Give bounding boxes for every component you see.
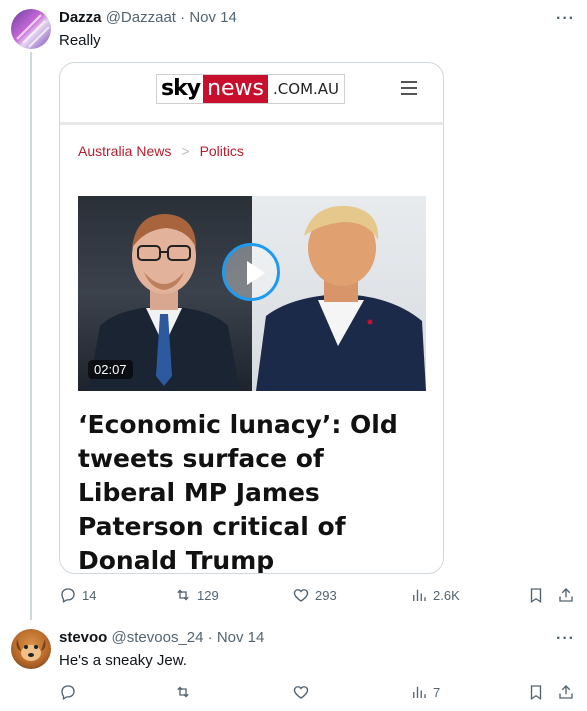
views-count: 2.6K [433,587,460,603]
logo-domain: .COM.AU [268,75,345,103]
views-button[interactable]: 2.6K [410,586,460,604]
reply-icon [61,588,75,603]
reply-button[interactable]: 14 [59,586,96,604]
like-count: 293 [315,587,337,603]
more-options-icon[interactable]: ··· [556,631,575,647]
reply-button[interactable] [59,683,82,701]
like-button[interactable]: 293 [292,586,337,604]
play-icon[interactable] [222,243,280,301]
bookmark-icon [530,685,542,701]
avatar-dog-icon [16,639,46,661]
tweet-text: He's a sneaky Jew. [59,652,187,669]
separator-dot: · [180,9,186,26]
video-thumbnail[interactable]: 02:07 [78,196,426,391]
repost-count: 129 [197,587,219,603]
person-right-illustration [256,205,426,391]
repost-button[interactable] [174,683,197,701]
avatar-pattern-icon [16,14,50,48]
tweet-1[interactable]: Dazza @Dazzaat · Nov 14 ··· Really sky n… [0,0,587,620]
separator-dot: · [207,629,213,646]
avatar[interactable] [11,629,51,669]
share-icon [559,685,573,699]
breadcrumb: Australia News > Politics [78,143,244,159]
display-name[interactable]: Dazza [59,9,102,26]
breadcrumb-item[interactable]: Politics [200,143,244,159]
site-header: sky news .COM.AU [60,63,443,125]
like-button[interactable] [292,683,315,701]
views-icon [413,589,426,601]
video-duration: 02:07 [88,360,133,379]
handle[interactable]: @stevoos_24 [112,629,204,646]
breadcrumb-item[interactable]: Australia News [78,143,171,159]
tweet-header: Dazza @Dazzaat · Nov 14 [59,9,237,27]
more-options-icon[interactable]: ··· [556,11,575,27]
share-button[interactable] [557,586,575,604]
card-headline[interactable]: ‘Economic lunacy’: Old tweets surface of… [78,408,418,573]
like-icon [293,589,309,602]
timestamp[interactable]: Nov 14 [217,629,265,646]
logo-news: news [203,75,269,103]
bookmark-button[interactable] [527,586,545,604]
repost-button[interactable]: 129 [174,586,219,604]
tweet-header: stevoo @stevoos_24 · Nov 14 [59,629,264,647]
sky-news-logo: sky news .COM.AU [156,74,346,104]
reply-count: 14 [82,587,97,603]
bookmark-button[interactable] [527,683,545,701]
repost-icon [177,589,189,601]
link-card[interactable]: sky news .COM.AU Australia News > Politics [59,62,444,574]
handle[interactable]: @Dazzaat [106,9,176,26]
tweet-actions: 7 [59,683,579,703]
reply-icon [61,685,75,700]
menu-icon[interactable] [401,81,417,95]
share-button[interactable] [557,683,575,701]
share-icon [559,588,573,602]
thumbnail-right-photo [252,196,426,391]
repost-icon [177,686,189,698]
views-count: 7 [433,684,441,700]
display-name[interactable]: stevoo [59,629,107,646]
tweet-actions: 14 129 293 2.6K [59,586,579,606]
views-button[interactable]: 7 [410,683,440,701]
like-icon [293,686,309,699]
logo-sky: sky [157,75,204,103]
tweet-text: Really [59,32,101,49]
timestamp[interactable]: Nov 14 [189,9,237,26]
tweet-2[interactable]: stevoo @stevoos_24 · Nov 14 ··· He's a s… [0,620,587,711]
avatar[interactable] [11,9,51,49]
chevron-right-icon: > [181,143,190,159]
bookmark-icon [530,588,542,604]
views-icon [413,686,426,698]
